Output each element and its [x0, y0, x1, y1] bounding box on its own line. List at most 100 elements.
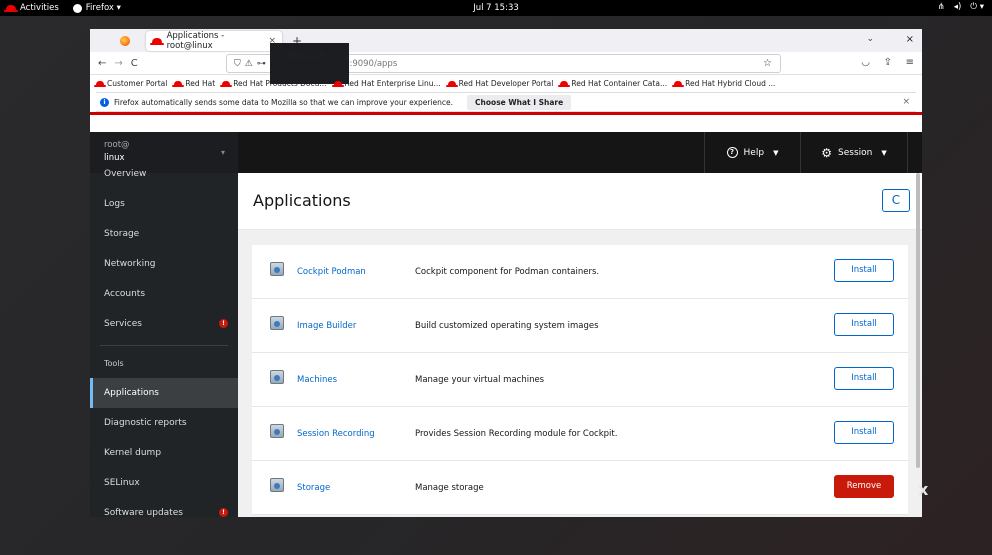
bookmark-label: Red Hat Enterprise Linu... — [344, 79, 441, 88]
sidebar-item-label: Diagnostic reports — [104, 418, 187, 428]
error-badge-icon: ! — [219, 508, 228, 517]
activities-button[interactable]: Activities — [4, 3, 59, 13]
lock-warning-icon[interactable]: ⚠ — [245, 59, 253, 69]
bookmark-item[interactable]: Red Hat Enterprise Linu... — [331, 79, 441, 88]
session-menu-button[interactable]: ⚙ Session ▼ — [800, 132, 908, 173]
sidebar-item-applications[interactable]: Applications — [90, 378, 238, 408]
package-icon — [270, 262, 284, 276]
package-icon — [270, 424, 284, 438]
firefox-view-icon[interactable] — [120, 35, 130, 46]
firefox-app-menu[interactable]: Firefox ▾ — [72, 3, 121, 13]
main-content: Applications C Cockpit Podman Cockpit co… — [238, 173, 922, 517]
bookmark-item[interactable]: Red Hat Hybrid Cloud ... — [672, 79, 775, 88]
tools-section-heading: Tools — [104, 359, 124, 368]
install-button[interactable]: Install — [834, 367, 894, 390]
tab-favicon-icon — [150, 37, 164, 45]
tab-title: Applications - root@linux — [166, 30, 225, 51]
app-name-link[interactable]: Cockpit Podman — [297, 267, 366, 277]
redhat-favicon-icon — [172, 81, 185, 87]
back-button[interactable]: ← — [98, 58, 106, 69]
sidebar-item-label: Networking — [104, 259, 156, 269]
host-switcher[interactable]: root@ linux ▾ — [90, 132, 238, 173]
install-button[interactable]: Install — [834, 313, 894, 336]
app-name-link[interactable]: Storage — [297, 483, 330, 493]
sidebar-item-overview[interactable]: Overview — [90, 169, 238, 179]
page-scrollbar[interactable] — [916, 173, 920, 468]
sidebar-item-networking[interactable]: Networking — [90, 249, 238, 279]
notification-message: Firefox automatically sends some data to… — [114, 97, 454, 107]
clock[interactable]: Jul 7 15:33 — [0, 3, 992, 13]
notification-close-button[interactable]: × — [902, 97, 910, 107]
app-name-link[interactable]: Image Builder — [297, 321, 356, 331]
page-header: Applications C — [238, 173, 922, 230]
shield-icon[interactable]: ⛉ — [234, 59, 241, 69]
hamburger-menu-icon[interactable]: ≡ — [906, 57, 914, 68]
info-icon: i — [100, 97, 109, 107]
list-item: Cockpit Podman Cockpit component for Pod… — [252, 245, 908, 299]
pocket-icon[interactable]: ◡ — [861, 57, 870, 68]
list-item: Image Builder Build customized operating… — [252, 299, 908, 353]
bookmark-item[interactable]: Red Hat Developer Portal — [445, 79, 553, 88]
reload-button[interactable]: C — [131, 58, 138, 69]
system-tray[interactable]: ⋔ ◂) ⏻ ▾ — [938, 2, 984, 12]
bookmark-label: Red Hat Container Cata... — [571, 79, 668, 88]
power-icon: ⏻ ▾ — [970, 2, 984, 12]
app-name-link[interactable]: Machines — [297, 375, 337, 385]
activities-label: Activities — [20, 3, 59, 13]
bookmark-item[interactable]: Red Hat Container Cata... — [558, 79, 668, 88]
sidebar-item-label: Applications — [104, 388, 159, 398]
caret-down-icon: ▼ — [773, 148, 779, 157]
list-item: Storage Manage storage Remove — [252, 461, 908, 515]
refresh-button[interactable]: C — [882, 189, 910, 212]
app-description: Cockpit component for Podman containers. — [415, 267, 600, 277]
network-icon: ⋔ — [937, 2, 945, 12]
help-icon: ? — [726, 147, 738, 158]
navigation-toolbar: ← → C ⛉ ⚠ ⊶ https://10.0.0.2:9090/apps ☆… — [90, 43, 922, 84]
sidebar-item-storage[interactable]: Storage — [90, 219, 238, 249]
list-all-tabs-button[interactable]: ⌄ — [866, 34, 874, 44]
sidebar-item-software-updates[interactable]: Software updates! — [90, 498, 238, 517]
list-item: Session Recording Provides Session Recor… — [252, 407, 908, 461]
window-close-button[interactable]: × — [906, 34, 914, 45]
remove-button[interactable]: Remove — [834, 475, 894, 498]
bookmark-label: Customer Portal — [107, 79, 168, 88]
volume-icon: ◂) — [953, 2, 962, 12]
url-bar[interactable]: ⛉ ⚠ ⊶ https://10.0.0.2:9090/apps ☆ — [226, 43, 781, 84]
url-host: https://10.0.0.2 — [269, 43, 350, 84]
extensions-icon[interactable]: ⇪ — [884, 57, 892, 68]
bookmark-item[interactable]: Red Hat — [172, 79, 216, 88]
redhat-favicon-icon — [220, 81, 233, 87]
app-menu-label: Firefox ▾ — [85, 3, 121, 13]
package-icon — [270, 370, 284, 384]
bookmark-item[interactable]: Customer Portal — [94, 79, 168, 88]
sidebar-item-services[interactable]: Services! — [90, 309, 238, 339]
redhat-favicon-icon — [94, 81, 106, 87]
forward-button[interactable]: → — [114, 58, 122, 69]
host-name: linux — [104, 153, 125, 163]
host-user: root@ — [104, 140, 130, 150]
install-button[interactable]: Install — [834, 421, 894, 444]
sidebar-item-selinux[interactable]: SELinux — [90, 468, 238, 498]
sidebar-item-label: Software updates — [104, 508, 183, 517]
install-button[interactable]: Install — [834, 259, 894, 282]
sidebar-item-diagnostic-reports[interactable]: Diagnostic reports — [90, 408, 238, 438]
overlay-close-button[interactable]: x — [918, 480, 928, 499]
page-title: Applications — [253, 191, 351, 210]
bookmark-star-icon[interactable]: ☆ — [763, 58, 772, 69]
bookmark-label: Red Hat — [185, 79, 216, 88]
redhat-favicon-icon — [672, 81, 685, 87]
gnome-top-bar: Activities Firefox ▾ Jul 7 15:33 ⋔ ◂) ⏻ … — [0, 0, 992, 16]
app-name-link[interactable]: Session Recording — [297, 429, 375, 439]
tab-applications[interactable]: Applications - root@linux × — [146, 30, 282, 51]
sidebar-item-label: Accounts — [104, 289, 146, 299]
app-description: Build customized operating system images — [415, 321, 599, 331]
sidebar-item-label: Kernel dump — [104, 448, 162, 458]
sidebar-item-logs[interactable]: Logs — [90, 189, 238, 219]
help-label: Help — [743, 147, 765, 158]
package-icon — [270, 478, 284, 492]
sidebar-item-kernel-dump[interactable]: Kernel dump — [90, 438, 238, 468]
choose-what-i-share-button[interactable]: Choose What I Share — [467, 94, 572, 110]
sidebar-item-accounts[interactable]: Accounts — [90, 279, 238, 309]
help-menu-button[interactable]: ? Help ▼ — [704, 132, 800, 173]
app-description: Provides Session Recording module for Co… — [415, 429, 618, 439]
